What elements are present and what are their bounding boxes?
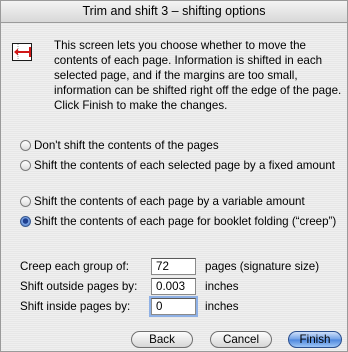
inside-shift-input[interactable] <box>149 296 198 317</box>
back-button[interactable]: Back <box>131 331 193 348</box>
radio-button[interactable] <box>20 140 31 151</box>
outside-shift-row: Shift outside pages by: inches <box>20 277 342 297</box>
inside-shift-label: Shift inside pages by: <box>20 300 131 313</box>
window-title: Trim and shift 3 – shifting options <box>1 1 347 23</box>
outside-shift-label: Shift outside pages by: <box>20 280 138 293</box>
creep-group-input[interactable] <box>151 258 196 275</box>
radio-button-selected[interactable] <box>20 216 31 227</box>
creep-group-row: Creep each group of: pages (signature si… <box>20 257 342 277</box>
info-text: This screen lets you choose whether to m… <box>54 39 342 112</box>
inside-shift-unit: inches <box>205 300 239 313</box>
dialog-window: Trim and shift 3 – shifting options This… <box>0 0 348 352</box>
inside-shift-row: Shift inside pages by: inches <box>20 296 342 317</box>
radio-button[interactable] <box>20 160 31 171</box>
option-label: Shift the contents of each selected page… <box>34 159 335 172</box>
page-shift-icon <box>12 43 32 61</box>
outside-shift-input[interactable] <box>151 278 196 295</box>
cancel-button[interactable]: Cancel <box>210 331 272 348</box>
radio-button[interactable] <box>20 196 31 207</box>
option-label: Don't shift the contents of the pages <box>34 139 219 152</box>
finish-button[interactable]: Finish <box>288 331 342 348</box>
option-label: Shift the contents of each page for book… <box>34 215 337 228</box>
outside-shift-unit: inches <box>205 280 239 293</box>
creep-group-label: Creep each group of: <box>20 260 129 273</box>
creep-group-unit: pages (signature size) <box>205 260 320 273</box>
option-label: Shift the contents of each page by a var… <box>34 195 305 208</box>
